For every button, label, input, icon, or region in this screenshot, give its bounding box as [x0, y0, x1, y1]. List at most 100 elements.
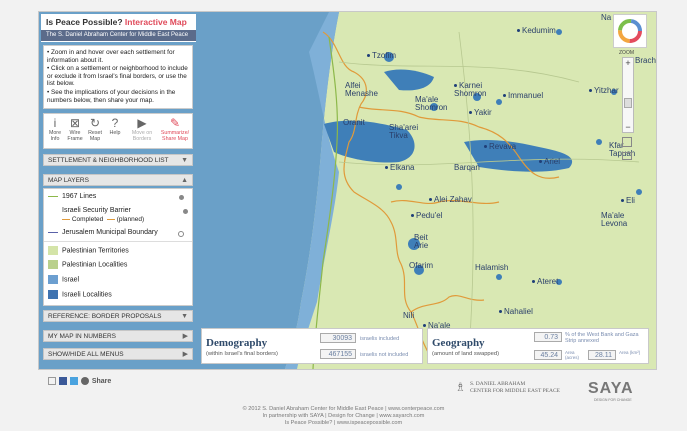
- map-label[interactable]: Halamish: [475, 264, 508, 272]
- zoom-slider-handle[interactable]: [624, 98, 632, 108]
- included-count: 30093: [320, 333, 356, 343]
- map-label[interactable]: Ofarim: [409, 262, 433, 270]
- map-label[interactable]: Kedumim: [517, 27, 556, 35]
- app-subtitle: The S. Daniel Abraham Center for Middle …: [41, 30, 196, 41]
- legend-israel: Israel: [48, 275, 79, 285]
- layer-1967-lines[interactable]: 1967 Lines: [48, 192, 188, 202]
- summarize-share-button[interactable]: ✎ Summarize/ Share Map: [158, 116, 192, 142]
- map-label[interactable]: Yitzhar: [589, 87, 619, 95]
- map-label[interactable]: Karnei Shomron: [454, 82, 490, 98]
- map-label[interactable]: Alfei Menashe: [345, 82, 378, 98]
- chevron-right-icon: ▶: [182, 351, 188, 358]
- excluded-count: 467155: [320, 349, 356, 359]
- percent-annexed: 0.73: [534, 332, 562, 342]
- demography-heading: Demography: [206, 337, 268, 349]
- map-label[interactable]: Nahaliel: [499, 308, 533, 316]
- footer-copyright[interactable]: © 2012 S. Daniel Abraham Center for Midd…: [0, 406, 687, 413]
- map-layers-panel: 1967 Lines Israeli Security Barrier Comp…: [43, 188, 193, 306]
- map-label[interactable]: Ma'ale Shomron: [415, 96, 455, 112]
- share-icon: ✎: [169, 116, 181, 130]
- twitter-icon[interactable]: [69, 377, 78, 385]
- map-label[interactable]: Ariel: [539, 158, 560, 166]
- legend-isr-localities: Israeli Localities: [48, 290, 112, 300]
- reference-menu[interactable]: REFERENCE: BORDER PROPOSALS ▼: [43, 310, 193, 322]
- fullscreen-icon[interactable]: [622, 137, 632, 147]
- toolbar: i More Info ⊠ Wire Frame ↻ Reset Map ? Help …: [43, 113, 193, 149]
- area-value-1: 45.24: [534, 350, 562, 360]
- included-label: israelis included: [360, 336, 400, 342]
- map-label[interactable]: Immanuel: [503, 92, 543, 100]
- share-bar: Share: [48, 377, 111, 385]
- legend-pal-localities: Palestinian Localities: [48, 260, 127, 270]
- info-icon: i: [53, 116, 57, 130]
- geography-sub: (amount of land swapped): [432, 351, 500, 357]
- chevron-right-icon: ▶: [182, 333, 188, 340]
- logo: [613, 14, 647, 48]
- map-label[interactable]: Barqan: [454, 164, 480, 172]
- map-label[interactable]: Beit Arie: [414, 234, 436, 250]
- map-frame: Na Kedumim Tzofim Alfei Menashe Karnei S…: [38, 11, 657, 370]
- area-label-2: Area (km²): [619, 350, 641, 355]
- footer-site[interactable]: Is Peace Possible? | www.ispeacepossible…: [0, 420, 687, 427]
- instructions: • Zoom in and hover over each settlement…: [43, 45, 193, 109]
- map-label[interactable]: Alei Zahav: [429, 196, 472, 204]
- area-label-1: Area (acres): [565, 350, 580, 360]
- stats-bar: Demography (within Israel's final border…: [201, 328, 649, 366]
- map-label[interactable]: Na: [601, 14, 611, 22]
- reset-map-button[interactable]: ↻ Reset Map: [86, 116, 104, 142]
- dove-icon: ♗: [455, 380, 466, 394]
- footer-partnership[interactable]: In partnership with SAYA | Design for Ch…: [0, 413, 687, 420]
- map-layers-menu[interactable]: MAP LAYERS ▲: [43, 174, 193, 186]
- percent-label: % of the West Bank and Gaza Strip annexe…: [565, 332, 639, 344]
- zoom-control[interactable]: + −: [622, 57, 634, 133]
- my-map-numbers-menu[interactable]: MY MAP IN NUMBERS ▶: [43, 330, 193, 342]
- chevron-down-icon: ▼: [181, 157, 188, 164]
- email-icon[interactable]: [48, 377, 56, 385]
- area-value-2: 28.11: [588, 350, 616, 360]
- more-info-button[interactable]: i More Info: [46, 116, 64, 142]
- help-icon: ?: [111, 116, 119, 130]
- play-icon: ▶: [137, 116, 147, 130]
- help-button[interactable]: ? Help: [106, 116, 124, 137]
- layer-jerusalem-boundary[interactable]: Jerusalem Municipal Boundary: [48, 228, 188, 238]
- demography-box: Demography (within Israel's final border…: [201, 328, 423, 364]
- wire-frame-button[interactable]: ⊠ Wire Frame: [66, 116, 84, 142]
- wireframe-icon: ⊠: [69, 116, 81, 130]
- map-label[interactable]: Elkana: [385, 164, 414, 172]
- share-label[interactable]: Share: [92, 378, 111, 385]
- facebook-icon[interactable]: [58, 377, 67, 385]
- saya-logo: SAYA: [588, 380, 634, 397]
- layer-icon[interactable]: [622, 152, 632, 160]
- chevron-down-icon: ▼: [181, 313, 188, 320]
- map-label[interactable]: Ateret: [532, 278, 558, 286]
- abraham-center-logo: S. DANIEL ABRAHAM CENTER FOR MIDDLE EAST…: [470, 381, 561, 394]
- instruction-item: • Zoom in and hover over each settlement…: [47, 49, 175, 64]
- barrier-legend: Completed (planned): [62, 215, 144, 225]
- map-label[interactable]: Sha'arei Tikva: [389, 124, 425, 140]
- map-label[interactable]: Oranit: [343, 119, 365, 127]
- map-label[interactable]: Nili: [403, 312, 414, 320]
- chevron-up-icon: ▲: [181, 177, 188, 184]
- instruction-item: • See the implications of your decisions…: [47, 88, 176, 104]
- settlement-list-menu[interactable]: SETTLEMENT & NEIGHBORHOOD LIST ▼: [43, 154, 193, 166]
- zoom-in-button[interactable]: +: [623, 58, 633, 68]
- share-icon[interactable]: [80, 377, 89, 385]
- map-label[interactable]: Pedu'el: [411, 212, 442, 220]
- map-label[interactable]: Eli: [621, 197, 635, 205]
- move-on-borders-button[interactable]: ▶ Move on Borders: [130, 116, 154, 142]
- geography-box: Geography (amount of land swapped) 0.73 …: [427, 328, 649, 364]
- saya-tagline: DESIGN FOR CHANGE: [594, 398, 632, 402]
- side-panel: Is Peace Possible? Interactive Map The S…: [39, 12, 196, 369]
- map-label[interactable]: Ma'ale Levona: [601, 212, 637, 228]
- excluded-label: israelis not included: [360, 352, 409, 358]
- map-label[interactable]: Brachá: [635, 57, 656, 65]
- show-hide-menus[interactable]: SHOW/HIDE ALL MENUS ▶: [43, 348, 193, 360]
- map-label[interactable]: Revava: [484, 143, 516, 151]
- zoom-label: ZOOM: [619, 50, 634, 56]
- reset-icon: ↻: [89, 116, 101, 130]
- zoom-out-button[interactable]: −: [623, 122, 633, 132]
- map-label[interactable]: Yakir: [469, 109, 492, 117]
- map-label[interactable]: Tzofim: [367, 52, 396, 60]
- instruction-item: • Click on a settlement or neighborhood …: [47, 65, 188, 88]
- legend-pal-territories: Palestinian Territories: [48, 246, 129, 256]
